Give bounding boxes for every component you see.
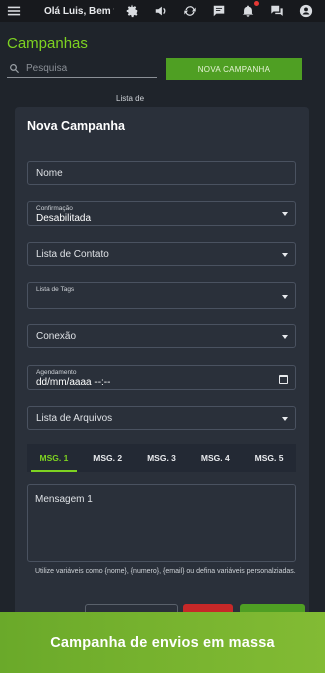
menu-icon[interactable]: [6, 3, 22, 19]
caption-banner: Campanha de envios em massa: [0, 612, 325, 673]
search-bar[interactable]: [7, 60, 157, 78]
schedule-datetime-input[interactable]: Agendamento dd/mm/aaaa --:--: [27, 365, 296, 390]
message-label: Mensagem 1: [35, 494, 93, 505]
tab-msg-2[interactable]: MSG. 2: [81, 444, 135, 472]
tab-msg-4[interactable]: MSG. 4: [188, 444, 242, 472]
table-header-list: Lista de: [116, 94, 145, 103]
account-icon[interactable]: [298, 3, 314, 19]
calendar-icon[interactable]: [279, 375, 288, 384]
chevron-down-icon: [282, 212, 288, 216]
schedule-value: dd/mm/aaaa --:--: [36, 377, 111, 388]
table-header: Lista de: [0, 92, 325, 106]
sync-icon[interactable]: [182, 3, 198, 19]
tab-msg-5[interactable]: MSG. 5: [242, 444, 296, 472]
new-campaign-button[interactable]: NOVA CAMPANHA: [166, 58, 302, 80]
file-list-select[interactable]: Lista de Arquivos: [27, 406, 296, 430]
bell-icon[interactable]: [240, 1, 259, 19]
chevron-down-icon: [282, 335, 288, 339]
file-list-label: Lista de Arquivos: [36, 413, 113, 424]
name-field-label: Nome: [36, 168, 63, 179]
tag-list-select[interactable]: Lista de Tags: [27, 282, 296, 309]
chevron-down-icon: [282, 417, 288, 421]
connection-label: Conexão: [36, 331, 77, 342]
contact-list-label: Lista de Contato: [36, 249, 109, 260]
connection-select[interactable]: Conexão: [27, 324, 296, 348]
contact-list-select[interactable]: Lista de Contato: [27, 242, 296, 266]
message-tabs: MSG. 1 MSG. 2 MSG. 3 MSG. 4 MSG. 5: [27, 444, 296, 472]
chat-icon[interactable]: [211, 3, 227, 19]
page-title: Campanhas: [7, 35, 88, 52]
banner-text: Campanha de envios em massa: [50, 634, 275, 651]
dialog-title: Nova Campanha: [27, 119, 125, 133]
tab-msg-3[interactable]: MSG. 3: [135, 444, 189, 472]
search-input[interactable]: [26, 63, 146, 74]
top-bar: Olá Luis, Bem vin...: [0, 0, 325, 22]
chevron-down-icon: [282, 253, 288, 257]
chevron-down-icon: [282, 295, 288, 299]
name-field[interactable]: Nome: [27, 161, 296, 185]
tab-msg-1[interactable]: MSG. 1: [27, 444, 81, 472]
message-textarea[interactable]: Mensagem 1: [27, 484, 296, 562]
tag-list-label: Lista de Tags: [36, 286, 75, 293]
variables-hint: Utilize variáveis como {nome}, {numero},…: [35, 568, 296, 575]
greeting-text: Olá Luis, Bem vin...: [44, 5, 114, 17]
forum-icon[interactable]: [269, 3, 285, 19]
notification-badge: [254, 1, 259, 6]
schedule-label: Agendamento: [36, 369, 77, 376]
settings-icon[interactable]: [124, 3, 140, 19]
new-campaign-dialog: Nova Campanha Nome Confirmação Desabilit…: [15, 107, 309, 627]
confirmation-label: Confirmação: [36, 205, 73, 212]
confirmation-value: Desabilitada: [36, 213, 92, 224]
volume-icon[interactable]: [153, 3, 169, 19]
search-icon: [10, 64, 19, 74]
confirmation-select[interactable]: Confirmação Desabilitada: [27, 201, 296, 226]
